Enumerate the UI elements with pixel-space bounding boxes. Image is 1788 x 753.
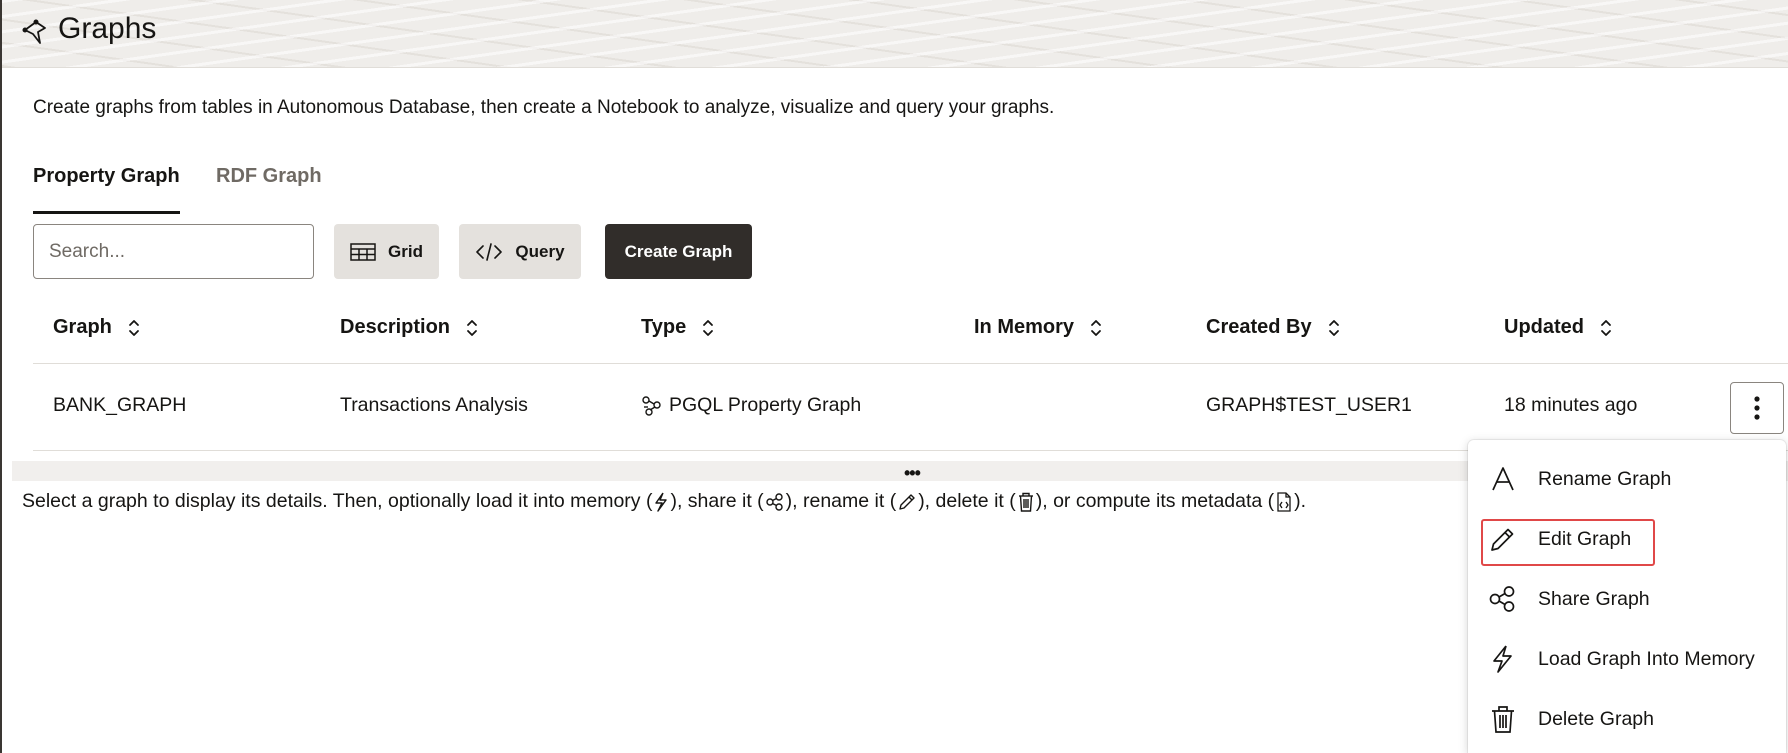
cell-type-label: PGQL Property Graph (669, 394, 862, 416)
column-header-created-by[interactable]: Created By (1206, 316, 1340, 339)
metadata-icon (1277, 491, 1291, 512)
cell-description: Transactions Analysis (340, 394, 528, 416)
query-label: Query (515, 241, 565, 261)
trash-icon (1492, 706, 1514, 733)
more-vertical-icon (1754, 396, 1760, 420)
share-icon (1489, 586, 1515, 612)
menu-item-edit-graph[interactable]: Edit Graph (1468, 512, 1786, 568)
create-graph-button[interactable]: Create Graph (605, 224, 752, 279)
sort-icon (1328, 319, 1339, 336)
cell-created-by: GRAPH$TEST_USER1 (1206, 394, 1412, 416)
query-button[interactable]: Query (459, 224, 581, 279)
search-input[interactable] (33, 224, 314, 279)
rename-icon (1492, 467, 1514, 491)
table-row[interactable]: BANK_GRAPH Transactions Analysis PGQL Pr… (33, 364, 1788, 451)
trash-icon (1018, 492, 1033, 512)
sort-icon (129, 319, 139, 336)
sort-icon (703, 319, 714, 336)
page-description: Create graphs from tables in Autonomous … (33, 97, 1055, 118)
graph-logo-icon (22, 19, 46, 44)
tab-rdf-graph[interactable]: RDF Graph (216, 165, 322, 188)
column-header-in-memory[interactable]: In Memory (974, 316, 1102, 339)
sort-icon (467, 319, 477, 336)
menu-item-rename-graph[interactable]: Rename Graph (1468, 452, 1786, 508)
share-icon (765, 492, 783, 511)
grid-view-button[interactable]: Grid (334, 224, 439, 279)
sort-icon (1091, 319, 1101, 336)
column-header-graph[interactable]: Graph (53, 316, 140, 339)
row-actions-button[interactable] (1730, 382, 1784, 434)
grid-view-label: Grid (388, 241, 423, 261)
row-actions-menu: Rename Graph Edit Graph Share Graph Load… (1468, 440, 1786, 753)
lightning-icon (655, 492, 668, 512)
column-header-description[interactable]: Description (340, 316, 478, 339)
menu-item-share-graph[interactable]: Share Graph (1468, 572, 1786, 628)
lightning-icon (1493, 645, 1512, 673)
menu-item-load-into-memory[interactable]: Load Graph Into Memory (1468, 632, 1786, 688)
pencil-icon (1491, 528, 1514, 551)
details-hint: Select a graph to display its details. T… (22, 490, 1307, 512)
cell-updated: 18 minutes ago (1504, 394, 1638, 416)
menu-item-delete-graph[interactable]: Delete Graph (1468, 692, 1786, 748)
page-header: Graphs (2, 0, 1788, 68)
property-graph-icon (642, 395, 661, 416)
column-header-type[interactable]: Type (641, 316, 714, 339)
splitter-handle-icon[interactable]: ••• (904, 463, 921, 484)
code-icon (476, 242, 503, 261)
cell-type: PGQL Property Graph (641, 394, 861, 417)
cell-graph-name: BANK_GRAPH (53, 394, 187, 416)
sort-icon (1601, 319, 1611, 336)
grid-icon (350, 242, 376, 261)
window-left-border (0, 0, 2, 753)
table-header: Graph Description Type In Memory Created… (33, 304, 1788, 364)
pencil-icon (899, 493, 915, 510)
page-title: Graphs (58, 12, 157, 45)
column-header-updated[interactable]: Updated (1504, 316, 1612, 339)
tab-property-graph[interactable]: Property Graph (33, 165, 180, 214)
